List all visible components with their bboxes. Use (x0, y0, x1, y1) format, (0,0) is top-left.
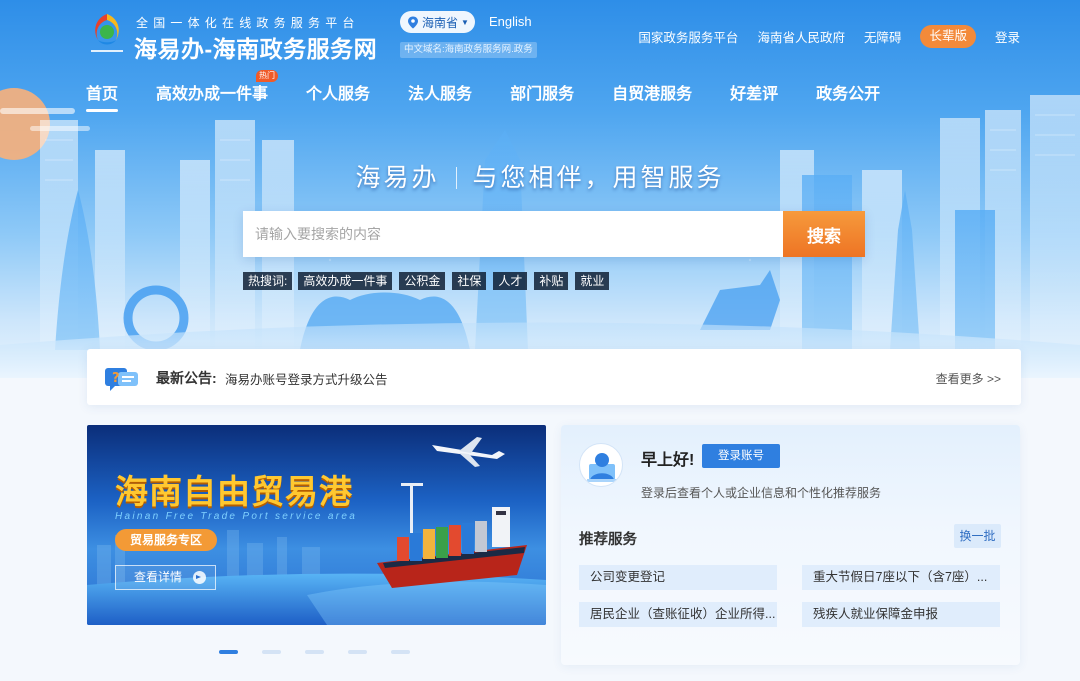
service-item[interactable]: 居民企业（查账征收）企业所得... (579, 602, 777, 627)
carousel-dot[interactable] (391, 650, 410, 654)
hot-term[interactable]: 人才 (493, 272, 528, 290)
nav-label: 首页 (86, 86, 119, 103)
site-title[interactable]: 海易办-海南政务服务网 (134, 30, 377, 64)
carousel-dots (219, 650, 434, 654)
refresh-button[interactable]: 换一批 (954, 524, 1001, 548)
carousel-dot[interactable] (219, 650, 238, 654)
nav-label: 部门服务 (510, 86, 575, 103)
nav-label: 政务公开 (816, 86, 881, 103)
nav-label: 个人服务 (306, 86, 371, 103)
hot-term[interactable]: 社保 (452, 272, 487, 290)
arrow-right-icon (193, 571, 206, 584)
region-label: 海南省 (422, 15, 459, 30)
link-national-platform[interactable]: 国家政务服务平台 (638, 27, 738, 46)
domain-note: 中文域名:海南政务服务网.政务 (400, 42, 537, 58)
notice-label: 最新公告: (156, 370, 217, 386)
banner-tag: 贸易服务专区 (115, 529, 217, 551)
ftp-banner[interactable]: 海南自由贸易港 Hainan Free Trade Port service a… (87, 425, 546, 625)
banner-detail-label: 查看详情 (134, 570, 183, 584)
service-item[interactable]: 残疾人就业保障金申报 (802, 602, 1000, 627)
platform-slogan: 全国一体化在线政务服务平台 (136, 16, 360, 30)
greeting-text: 早上好! (641, 452, 695, 469)
search-input[interactable] (243, 211, 783, 257)
search-box: 搜索 (243, 211, 865, 257)
login-link[interactable]: 登录 (995, 27, 1020, 46)
link-provincial-government[interactable]: 海南省人民政府 (757, 27, 845, 46)
nav-item-review[interactable]: 好差评 (730, 80, 778, 112)
nav-item-home[interactable]: 首页 (86, 80, 119, 112)
region-selector[interactable]: 海南省 ▼ (400, 11, 475, 33)
hot-badge: 热门 (256, 70, 279, 82)
search-button[interactable]: 搜索 (783, 211, 865, 257)
login-button[interactable]: 登录账号 (702, 444, 780, 468)
hero-slogan-left: 海易办 (355, 163, 440, 192)
hot-search-label: 热搜词: (243, 272, 293, 290)
elder-mode-button[interactable]: 长辈版 (920, 24, 976, 48)
nav-item-legal-person[interactable]: 法人服务 (408, 80, 472, 112)
notice-bar: ? 最新公告: 海易办账号登录方式升级公告 查看更多 >> (87, 349, 1021, 405)
carousel-dot[interactable] (305, 650, 324, 654)
service-item[interactable]: 重大节假日7座以下（含7座）... (802, 565, 1000, 590)
nav-label: 好差评 (730, 86, 779, 103)
hero-section: 全国一体化在线政务服务平台 海易办-海南政务服务网 海南省 ▼ English … (0, 0, 1080, 378)
nav-item-ftp[interactable]: 自贸港服务 (612, 80, 692, 112)
nav-item-one-thing[interactable]: 高效办成一件事 热门 (156, 70, 279, 112)
nav-label: 高效办成一件事 (156, 86, 269, 103)
english-link[interactable]: English (489, 14, 532, 29)
avatar (579, 443, 623, 487)
notice-link[interactable]: 海易办账号登录方式升级公告 (225, 369, 388, 388)
hot-term[interactable]: 补贴 (534, 272, 569, 290)
hot-search-terms: 热搜词: 高效办成一件事 公积金 社保 人才 补贴 就业 (243, 272, 616, 290)
carousel-dot[interactable] (262, 650, 281, 654)
banner-detail-button[interactable]: 查看详情 (115, 565, 216, 590)
login-hint: 登录后查看个人或企业信息和个性化推荐服务 (641, 486, 882, 500)
service-item[interactable]: 公司变更登记 (579, 565, 777, 590)
nav-item-public-affairs[interactable]: 政务公开 (816, 80, 880, 112)
hot-term[interactable]: 公积金 (399, 272, 446, 290)
nav-label: 自贸港服务 (612, 86, 693, 103)
nav-label: 法人服务 (408, 86, 473, 103)
hero-slogan-right: 与您相伴，用智服务 (472, 163, 725, 192)
nav-item-department[interactable]: 部门服务 (510, 80, 574, 112)
main-nav: 首页 高效办成一件事 热门 个人服务 法人服务 部门服务 自贸港服务 好差评 政务… (86, 70, 918, 112)
slogan-divider (455, 167, 457, 189)
notice-more-link[interactable]: 查看更多 >> (936, 370, 1001, 387)
link-accessibility[interactable]: 无障碍 (864, 27, 902, 46)
svg-text:?: ? (112, 371, 120, 386)
hot-term[interactable]: 高效办成一件事 (298, 272, 393, 290)
carousel-dot[interactable] (348, 650, 367, 654)
user-avatar-icon (587, 453, 617, 482)
caret-down-icon: ▼ (461, 17, 469, 27)
recommend-title: 推荐服务 (579, 532, 637, 548)
top-links: 国家政务服务平台 海南省人民政府 无障碍 长辈版 登录 (619, 24, 1020, 48)
user-panel: 早上好! 登录账号 登录后查看个人或企业信息和个性化推荐服务 推荐服务 换一批 … (561, 425, 1020, 665)
notice-icon: ? (105, 368, 138, 391)
banner-illustration (87, 437, 546, 625)
banner-subtitle: Hainan Free Trade Port service area (115, 511, 358, 522)
hot-term[interactable]: 就业 (575, 272, 610, 290)
site-logo-icon[interactable] (86, 10, 128, 56)
banner-title: 海南自由贸易港 (115, 472, 353, 511)
location-pin-icon (408, 16, 418, 28)
hero-slogan: 海易办 与您相伴，用智服务 (0, 158, 1080, 194)
nav-item-personal[interactable]: 个人服务 (306, 80, 370, 112)
